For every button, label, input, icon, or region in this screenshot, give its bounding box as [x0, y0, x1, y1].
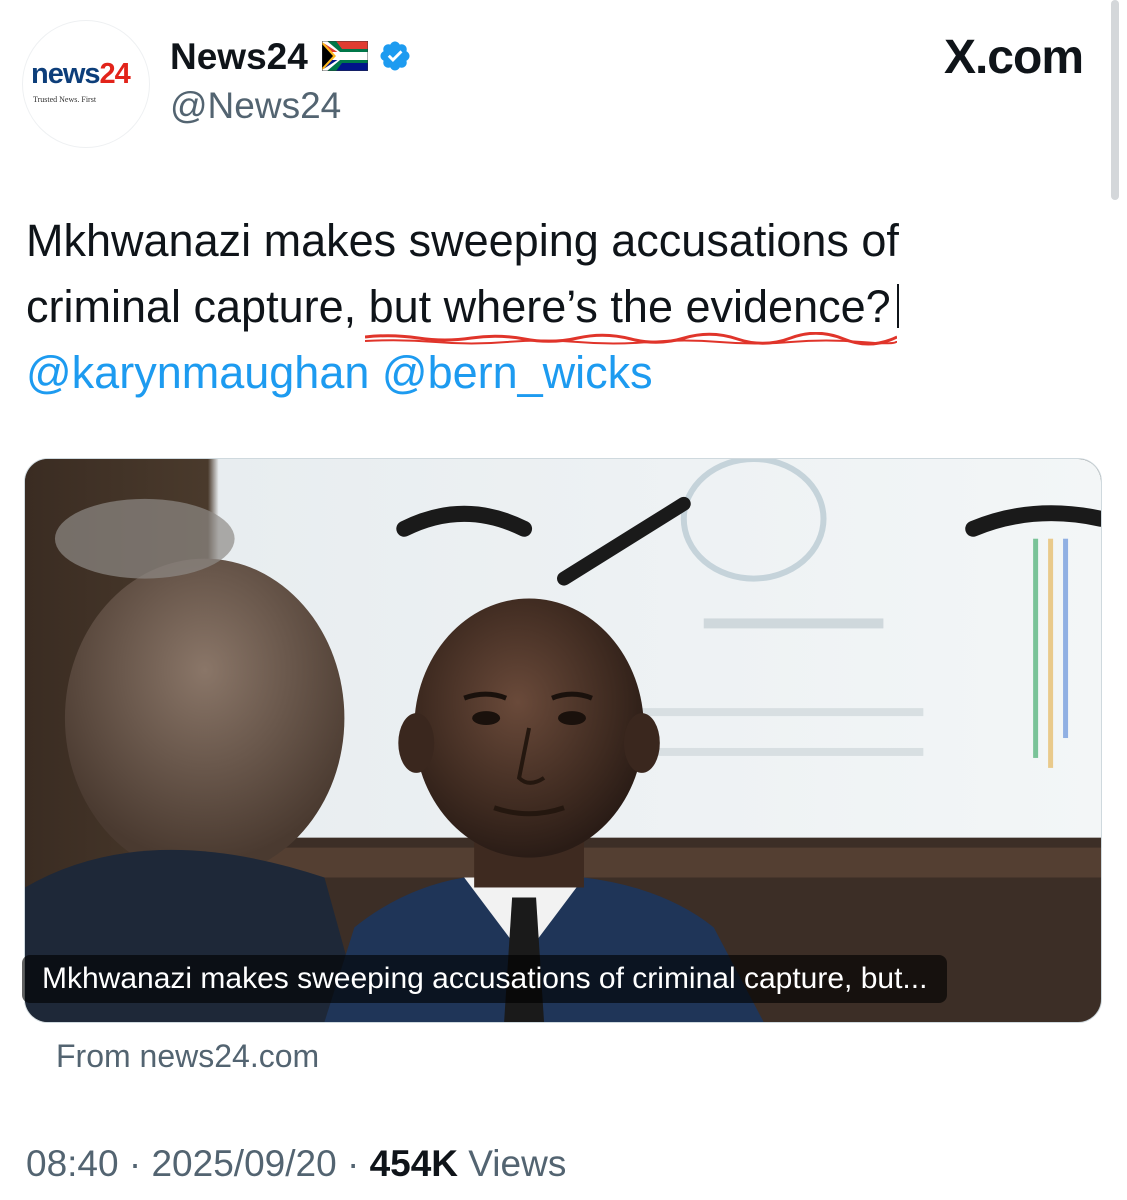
scrollbar[interactable] [1111, 0, 1119, 1200]
site-brand: X.com [943, 31, 1084, 84]
tweet-date[interactable]: 2025/09/20 [151, 1143, 336, 1184]
tweet-screenshot: news24 Trusted News. First News24 @News2… [0, 0, 1127, 1200]
card-source[interactable]: From news24.com [56, 1038, 319, 1075]
tweet-time[interactable]: 08:40 [26, 1143, 119, 1184]
tweet-meta: 08:40 · 2025/09/20 · 454K Views [26, 1143, 567, 1185]
display-name[interactable]: News24 [170, 38, 308, 75]
separator: · [128, 1143, 142, 1184]
article-photo [25, 459, 1101, 1022]
news24-logo: news24 [31, 58, 131, 90]
logo-tagline: Trusted News. First [33, 95, 97, 104]
author-name-row: News24 [170, 34, 412, 78]
card-caption: Mkhwanazi makes sweeping accusations of … [22, 955, 948, 1003]
avatar[interactable]: news24 Trusted News. First [22, 20, 150, 148]
mention-karynmaughan[interactable]: @karynmaughan [26, 347, 369, 398]
views-label: Views [468, 1143, 567, 1184]
tweet-text: Mkhwanazi makes sweeping accusations of … [26, 208, 1046, 406]
author-handle[interactable]: @News24 [170, 85, 341, 127]
south-africa-flag-icon [321, 41, 368, 71]
separator: · [346, 1143, 360, 1184]
verified-badge-icon[interactable] [378, 39, 412, 73]
views-count: 454K [369, 1143, 459, 1184]
underlined-phrase: but where’s the evidence? [364, 274, 897, 346]
link-card[interactable] [24, 458, 1102, 1023]
mention-bern-wicks[interactable]: @bern_wicks [382, 347, 653, 398]
text-cursor [896, 284, 899, 328]
scrollbar-thumb[interactable] [1111, 0, 1119, 200]
red-underline-annotation [364, 332, 897, 346]
